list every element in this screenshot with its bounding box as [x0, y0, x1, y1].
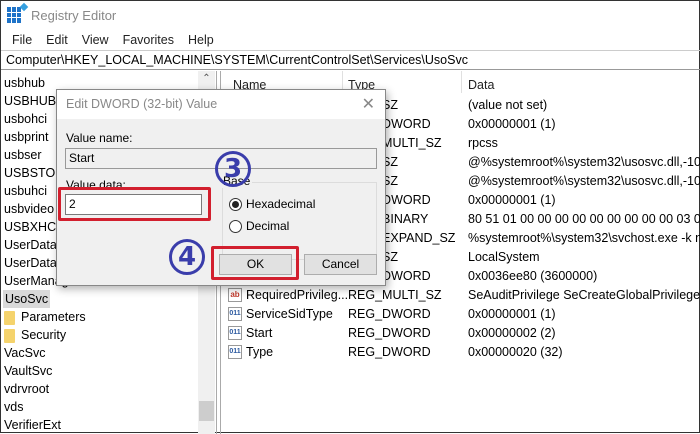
tree-item[interactable]: usbvideo	[4, 200, 54, 218]
tree-item[interactable]: usbser	[4, 146, 42, 164]
tree-item-label: VacSvc	[4, 346, 46, 360]
dialog-title: Edit DWORD (32-bit) Value	[57, 90, 385, 119]
radio-unchecked-icon[interactable]	[229, 219, 242, 233]
value-name: RequiredPrivileg...	[246, 288, 349, 302]
tree-item-label: USBXHCI	[4, 220, 60, 234]
radio-decimal[interactable]: Decimal	[229, 219, 289, 233]
value-type: REG_DWORD	[348, 345, 431, 359]
binary-value-icon: 011	[228, 307, 242, 321]
column-divider[interactable]	[461, 71, 462, 93]
value-data: (value not set)	[468, 98, 548, 112]
tree-item[interactable]: USBXHCI	[4, 218, 60, 236]
value-row[interactable]: 011 Start REG_DWORD 0x00000002 (2)	[221, 324, 700, 343]
highlight-ok-button	[211, 246, 299, 280]
menu-bar: File Edit View Favorites Help	[1, 30, 221, 50]
radio-label: Hexadecimal	[246, 197, 316, 211]
tree-item[interactable]: usbohci	[4, 110, 47, 128]
tree-item[interactable]: usbprint	[4, 128, 48, 146]
value-data: 0x00000001 (1)	[468, 193, 556, 207]
tree-item[interactable]: Parameters	[4, 308, 86, 326]
tree-item[interactable]: UsoSvc	[3, 290, 51, 308]
value-data: 0x00000020 (32)	[468, 345, 563, 359]
value-type: REG_DWORD	[348, 326, 431, 340]
tree-item[interactable]: VerifierExt	[4, 416, 61, 434]
window-title: Registry Editor	[31, 7, 117, 23]
highlight-value-data	[58, 187, 211, 221]
tree-item[interactable]: Security	[4, 326, 66, 344]
binary-value-icon: 011	[228, 345, 242, 359]
tree-item-label: vds	[4, 400, 24, 414]
tree-item[interactable]: usbuhci	[4, 182, 47, 200]
tree-item[interactable]: usbhub	[4, 74, 45, 92]
tree-item-label: VaultSvc	[4, 364, 53, 378]
value-data: 0x00000001 (1)	[468, 117, 556, 131]
cancel-button[interactable]: Cancel	[304, 254, 377, 275]
scroll-up-icon[interactable]: ⌃	[198, 73, 215, 84]
tree-item-label: vdrvroot	[4, 382, 50, 396]
tree-item[interactable]: VaultSvc	[4, 362, 52, 380]
tree-item-label: usbser	[4, 148, 42, 162]
string-value-icon: ab	[228, 288, 242, 302]
menu-edit[interactable]: Edit	[39, 30, 75, 50]
column-header-data[interactable]: Data	[468, 75, 494, 95]
value-row[interactable]: ab RequiredPrivileg... REG_MULTI_SZ SeAu…	[221, 286, 700, 305]
tree-item-label: USBHUB3	[4, 94, 64, 108]
tree-item-label: Security	[21, 328, 67, 342]
close-icon[interactable]: ✕	[362, 94, 375, 114]
binary-value-icon: 011	[228, 326, 242, 340]
title-bar: Registry Editor	[1, 1, 700, 29]
value-data: @%systemroot%\system32\usosvc.dll,-102	[468, 155, 700, 169]
value-name-label: Value name:	[66, 131, 133, 145]
value-type: REG_DWORD	[348, 307, 431, 321]
tree-item-label: Parameters	[21, 310, 86, 324]
folder-icon	[4, 310, 15, 325]
menu-file[interactable]: File	[5, 30, 39, 50]
value-data: @%systemroot%\system32\usosvc.dll,-101	[468, 174, 700, 188]
value-row[interactable]: 011 ServiceSidType REG_DWORD 0x00000001 …	[221, 305, 700, 324]
tree-item-label: usbhub	[4, 76, 46, 90]
tree-item-label: usbprint	[4, 130, 49, 144]
value-data: rpcss	[468, 136, 498, 150]
menu-favorites[interactable]: Favorites	[116, 30, 181, 50]
value-name: Type	[246, 345, 274, 359]
value-type: REG_MULTI_SZ	[348, 288, 442, 302]
value-name: ServiceSidType	[246, 307, 333, 321]
folder-icon	[4, 328, 15, 343]
radio-label: Decimal	[246, 219, 290, 233]
value-data: %systemroot%\system32\svchost.exe -k net…	[468, 231, 700, 245]
value-data: 80 51 01 00 00 00 00 00 00 00 00 00 03 0…	[468, 212, 700, 226]
tree-item-label: VerifierExt	[4, 418, 61, 432]
value-data: LocalSystem	[468, 250, 540, 264]
tree-item-label: usbohci	[4, 112, 48, 126]
tree-item-label: UsoSvc	[5, 292, 49, 306]
menu-help[interactable]: Help	[181, 30, 221, 50]
radio-hexadecimal[interactable]: Hexadecimal	[229, 197, 315, 211]
address-bar[interactable]: Computer\HKEY_LOCAL_MACHINE\SYSTEM\Curre…	[1, 50, 700, 70]
value-data: 0x00000002 (2)	[468, 326, 556, 340]
tree-item[interactable]: USBHUB3	[4, 92, 63, 110]
tree-item-label: usbvideo	[4, 202, 55, 216]
step-4-marker: 4	[169, 239, 205, 275]
menu-view[interactable]: View	[75, 30, 116, 50]
tree-item[interactable]: vdrvroot	[4, 380, 49, 398]
tree-item-label: usbuhci	[4, 184, 48, 198]
value-data: SeAuditPrivilege SeCreateGlobalPrivilege…	[468, 288, 700, 302]
tree-item[interactable]: vds	[4, 398, 23, 416]
registry-editor-icon	[7, 2, 29, 23]
radio-checked-icon[interactable]	[229, 197, 242, 211]
value-row[interactable]: 011 Type REG_DWORD 0x00000020 (32)	[221, 343, 700, 362]
step-3-marker: 3	[215, 151, 251, 187]
value-data: 0x00000001 (1)	[468, 307, 556, 321]
tree-item[interactable]: VacSvc	[4, 344, 45, 362]
value-data: 0x0036ee80 (3600000)	[468, 269, 598, 283]
scroll-thumb[interactable]	[199, 401, 214, 421]
value-name: Start	[246, 326, 273, 340]
